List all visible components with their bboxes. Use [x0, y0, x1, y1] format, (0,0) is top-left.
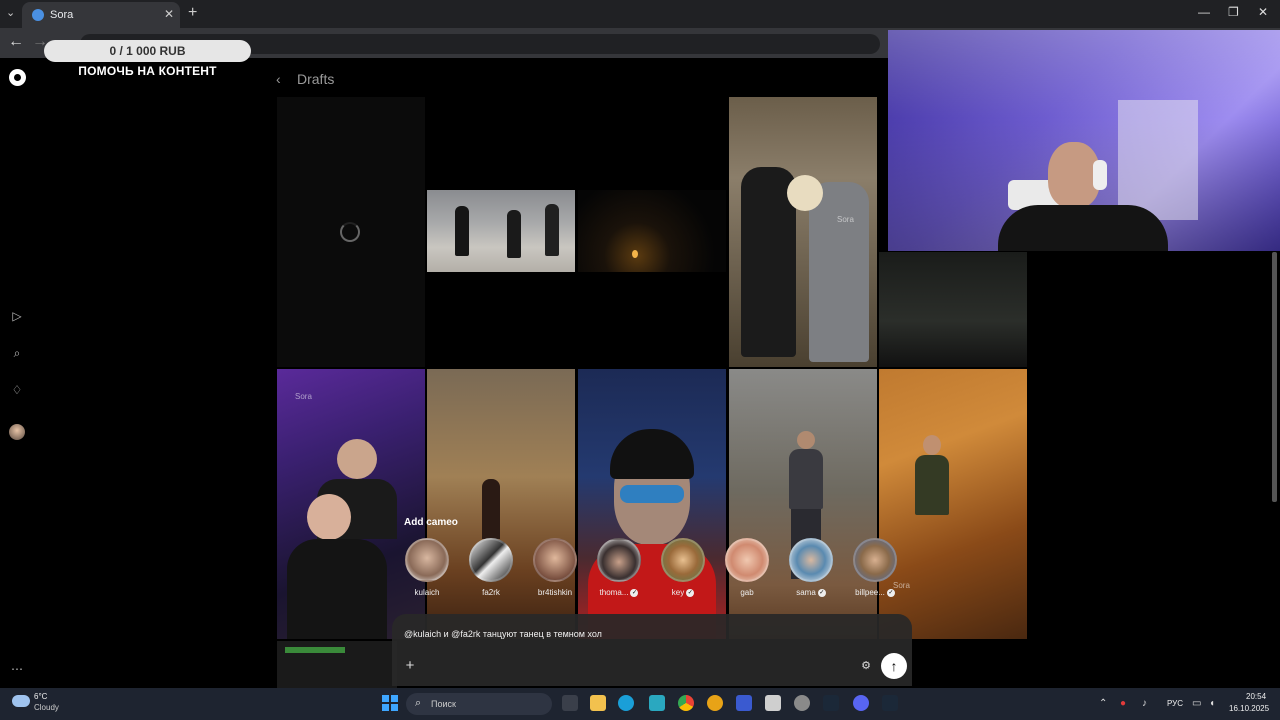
cameo-avatar: [533, 538, 577, 582]
draft-tile[interactable]: [729, 369, 877, 639]
streamer-webcam: [888, 30, 1280, 251]
settings-sliders-icon[interactable]: ⚙: [856, 656, 876, 676]
sora-logo-icon[interactable]: [9, 69, 26, 86]
microphone-icon[interactable]: ♪: [1142, 698, 1147, 709]
verified-badge-icon: ✓: [686, 588, 695, 597]
cameo-avatar: [469, 538, 513, 582]
cameo-option[interactable]: key ✓: [655, 538, 711, 597]
draft-tile[interactable]: [879, 252, 1027, 367]
sora-watermark: Sora: [295, 392, 312, 401]
donation-label: ПОМОЧЬ НА КОНТЕНТ: [78, 64, 217, 78]
cameo-avatar: [661, 538, 705, 582]
draft-tile[interactable]: Sora: [729, 97, 877, 367]
cameo-avatar: [405, 538, 449, 582]
scrollbar[interactable]: [1272, 252, 1277, 502]
cameo-option[interactable]: billpee... ✓: [847, 538, 903, 597]
browser-tab-sora[interactable]: Sora ✕: [22, 2, 180, 28]
cameo-avatar: [789, 538, 833, 582]
verified-badge-icon: ✓: [817, 588, 826, 597]
tab-search-icon[interactable]: ⌄: [6, 6, 15, 19]
tab-title: Sora: [50, 9, 74, 21]
cameo-avatar: [597, 538, 641, 582]
close-window-button[interactable]: ✕: [1258, 5, 1268, 19]
back-arrow-icon[interactable]: ←: [8, 33, 24, 51]
back-chevron-icon[interactable]: ‹: [276, 71, 281, 87]
draft-tile[interactable]: [427, 190, 575, 272]
cameo-option[interactable]: fa2rk: [463, 538, 519, 597]
page-title: Drafts: [297, 71, 335, 87]
cameo-name: thoma...: [599, 588, 629, 597]
taskbar-search-placeholder: Поиск: [431, 699, 456, 709]
close-tab-icon[interactable]: ✕: [164, 7, 174, 21]
prompt-input[interactable]: @kulaich и @fa2rk танцуют танец в темном…: [404, 629, 602, 639]
volume-icon[interactable]: ◖: [1209, 698, 1215, 709]
draft-tile[interactable]: [427, 369, 575, 639]
cameo-option[interactable]: thoma... ✓: [591, 538, 647, 597]
edge-browser-icon[interactable]: [618, 695, 634, 711]
cameo-option[interactable]: gab: [719, 538, 775, 597]
new-tab-icon[interactable]: +: [188, 4, 197, 22]
draft-tile[interactable]: [277, 641, 397, 688]
loading-spinner-icon: [340, 222, 360, 242]
search-icon: ⌕: [415, 697, 422, 709]
file-explorer-icon[interactable]: [590, 695, 606, 711]
chrome-browser-icon[interactable]: [678, 695, 694, 711]
cameo-name: br4tishkin: [537, 588, 573, 597]
clock-date[interactable]: 16.10.2025: [1229, 704, 1269, 713]
task-view-icon[interactable]: [562, 695, 578, 711]
draft-tile[interactable]: [578, 190, 726, 272]
prompt-composer: [392, 614, 912, 686]
steam-icon[interactable]: [882, 695, 898, 711]
discord-icon[interactable]: [853, 695, 869, 711]
cameo-name: gab: [740, 588, 754, 597]
clock-time[interactable]: 20:54: [1246, 692, 1266, 701]
search-icon[interactable]: ⌕: [9, 345, 25, 361]
sora-favicon-icon: [32, 9, 44, 21]
add-media-button[interactable]: +: [400, 656, 420, 676]
app-icon[interactable]: [765, 695, 781, 711]
play-icon[interactable]: ▷: [9, 308, 25, 324]
cameo-name: billpee...: [855, 588, 885, 597]
cloud-icon[interactable]: [12, 695, 30, 707]
draft-tile[interactable]: Sora: [879, 369, 1027, 639]
minimize-button[interactable]: —: [1198, 5, 1210, 19]
sora-watermark: Sora: [837, 215, 854, 224]
cameo-name: sama: [796, 588, 816, 597]
draft-tile-loading[interactable]: [277, 97, 425, 367]
more-options-icon[interactable]: ⋯: [9, 661, 25, 677]
cameo-avatar: [725, 538, 769, 582]
weather-temperature[interactable]: 6°C: [34, 692, 47, 701]
cameo-name: fa2rk: [482, 588, 500, 597]
taskbar-search-input[interactable]: [406, 693, 552, 715]
app-icon[interactable]: [649, 695, 665, 711]
verified-badge-icon: ✓: [886, 588, 895, 597]
tray-app-icon[interactable]: ●: [1120, 698, 1126, 709]
profile-avatar[interactable]: [9, 424, 25, 440]
cameo-name: key: [671, 588, 685, 597]
weather-description[interactable]: Cloudy: [34, 703, 59, 712]
stats-app-icon[interactable]: [736, 695, 752, 711]
cameo-option[interactable]: kulaich: [399, 538, 455, 597]
send-button[interactable]: ↑: [881, 653, 907, 679]
bell-icon[interactable]: ♢: [9, 382, 25, 398]
windows-start-icon[interactable]: [382, 695, 398, 711]
obs-icon[interactable]: [794, 695, 810, 711]
donation-progress-bar: 0 / 1 000 RUB: [44, 40, 251, 62]
app-icon[interactable]: [707, 695, 723, 711]
cameo-name: kulaich: [414, 588, 440, 597]
cameo-option[interactable]: br4tishkin: [527, 538, 583, 597]
cameo-option[interactable]: sama ✓: [783, 538, 839, 597]
cameo-popup-title: Add cameo: [404, 517, 458, 528]
monitor-icon[interactable]: ▭: [1192, 698, 1201, 709]
cameo-avatar: [853, 538, 897, 582]
maximize-button[interactable]: ❐: [1228, 5, 1239, 19]
chevron-up-icon[interactable]: ⌃: [1099, 698, 1107, 709]
windows-taskbar: [0, 688, 1280, 720]
draft-tile[interactable]: [578, 369, 726, 639]
draft-tile[interactable]: Sora: [277, 369, 425, 639]
input-language[interactable]: РУС: [1167, 699, 1183, 708]
verified-badge-icon: ✓: [630, 588, 639, 597]
steam-icon[interactable]: [823, 695, 839, 711]
